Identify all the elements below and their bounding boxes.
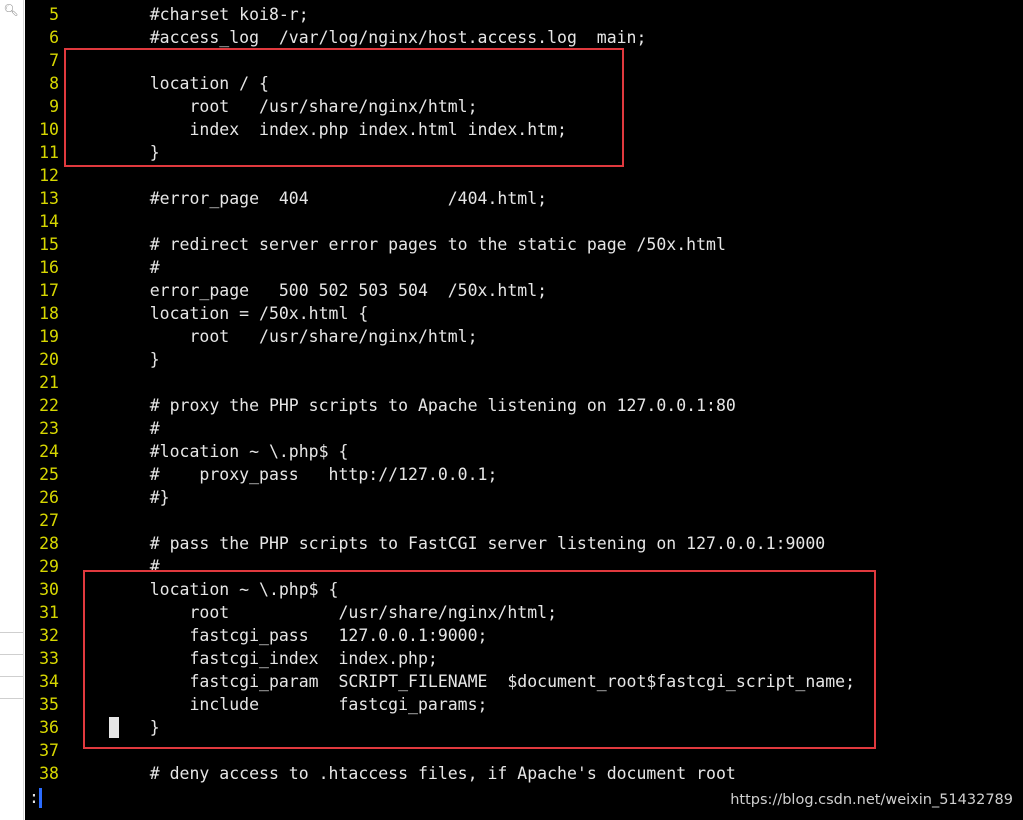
code-line: 20 } <box>25 348 1023 371</box>
line-number: 19 <box>39 327 59 346</box>
code-line: 24 #location ~ \.php$ { <box>25 440 1023 463</box>
line-text: # proxy_pass http://127.0.0.1; <box>110 465 498 484</box>
line-number: 10 <box>39 120 59 139</box>
line-text: error_page 500 502 503 504 /50x.html; <box>110 281 548 300</box>
line-text: # pass the PHP scripts to FastCGI server… <box>110 534 826 553</box>
line-number: 7 <box>49 51 59 70</box>
line-number: 38 <box>39 764 59 783</box>
watermark: https://blog.csdn.net/weixin_51432789 <box>730 792 1013 808</box>
code-line: 15 # redirect server error pages to the … <box>25 233 1023 256</box>
panel-divider <box>0 676 23 677</box>
code-line: 27 <box>25 509 1023 532</box>
line-number: 6 <box>49 28 59 47</box>
line-number: 34 <box>39 672 59 691</box>
line-text: location = /50x.html { <box>110 304 369 323</box>
line-number: 23 <box>39 419 59 438</box>
command-line[interactable]: : <box>29 786 39 809</box>
code-line: 5 #charset koi8-r; <box>25 3 1023 26</box>
highlight-box-location-root <box>64 48 624 167</box>
line-number: 31 <box>39 603 59 622</box>
line-text: #error_page 404 /404.html; <box>110 189 548 208</box>
code-line: 21 <box>25 371 1023 394</box>
line-number: 32 <box>39 626 59 645</box>
code-line: 28 # pass the PHP scripts to FastCGI ser… <box>25 532 1023 555</box>
line-text: } <box>110 350 160 369</box>
line-number: 14 <box>39 212 59 231</box>
line-number: 29 <box>39 557 59 576</box>
highlight-box-location-php <box>83 570 876 749</box>
line-number: 33 <box>39 649 59 668</box>
line-number: 13 <box>39 189 59 208</box>
line-number: 27 <box>39 511 59 530</box>
panel-divider <box>0 632 23 633</box>
code-line: 6 #access_log /var/log/nginx/host.access… <box>25 26 1023 49</box>
line-text: # proxy the PHP scripts to Apache listen… <box>110 396 736 415</box>
line-text: #access_log /var/log/nginx/host.access.l… <box>110 28 647 47</box>
line-number: 11 <box>39 143 59 162</box>
code-line: 18 location = /50x.html { <box>25 302 1023 325</box>
line-number: 37 <box>39 741 59 760</box>
code-line: 19 root /usr/share/nginx/html; <box>25 325 1023 348</box>
line-number: 9 <box>49 97 59 116</box>
code-line: 12 <box>25 164 1023 187</box>
search-icon[interactable]: 🔍︎ <box>2 2 20 18</box>
line-number: 15 <box>39 235 59 254</box>
line-number: 25 <box>39 465 59 484</box>
line-number: 24 <box>39 442 59 461</box>
text-cursor <box>109 717 119 738</box>
line-text: root /usr/share/nginx/html; <box>110 327 478 346</box>
line-number: 35 <box>39 695 59 714</box>
line-number: 36 <box>39 718 59 737</box>
code-line: 38 # deny access to .htaccess files, if … <box>25 762 1023 785</box>
line-text: #} <box>110 488 170 507</box>
panel-divider <box>0 654 23 655</box>
code-line: 25 # proxy_pass http://127.0.0.1; <box>25 463 1023 486</box>
left-panel-strip: 🔍︎ <box>0 0 24 820</box>
line-number: 18 <box>39 304 59 323</box>
line-text: #charset koi8-r; <box>110 5 309 24</box>
line-number: 21 <box>39 373 59 392</box>
line-number: 28 <box>39 534 59 553</box>
line-text: # <box>110 419 160 438</box>
line-number: 22 <box>39 396 59 415</box>
terminal-editor[interactable]: 5 #charset koi8-r; 6 #access_log /var/log… <box>25 0 1023 820</box>
code-line: 23 # <box>25 417 1023 440</box>
line-text: #location ~ \.php$ { <box>110 442 349 461</box>
line-text: # <box>110 258 160 277</box>
line-text: # redirect server error pages to the sta… <box>110 235 726 254</box>
code-line: 17 error_page 500 502 503 504 /50x.html; <box>25 279 1023 302</box>
code-line: 14 <box>25 210 1023 233</box>
line-number: 16 <box>39 258 59 277</box>
panel-divider <box>0 698 23 699</box>
line-number: 12 <box>39 166 59 185</box>
code-line: 16 # <box>25 256 1023 279</box>
line-number: 26 <box>39 488 59 507</box>
line-number: 8 <box>49 74 59 93</box>
line-number: 30 <box>39 580 59 599</box>
code-line: 26 #} <box>25 486 1023 509</box>
line-number: 20 <box>39 350 59 369</box>
line-number: 17 <box>39 281 59 300</box>
line-number: 5 <box>49 5 59 24</box>
command-cursor <box>39 788 42 808</box>
line-text: # deny access to .htaccess files, if Apa… <box>110 764 736 783</box>
code-line: 22 # proxy the PHP scripts to Apache lis… <box>25 394 1023 417</box>
code-line: 13 #error_page 404 /404.html; <box>25 187 1023 210</box>
